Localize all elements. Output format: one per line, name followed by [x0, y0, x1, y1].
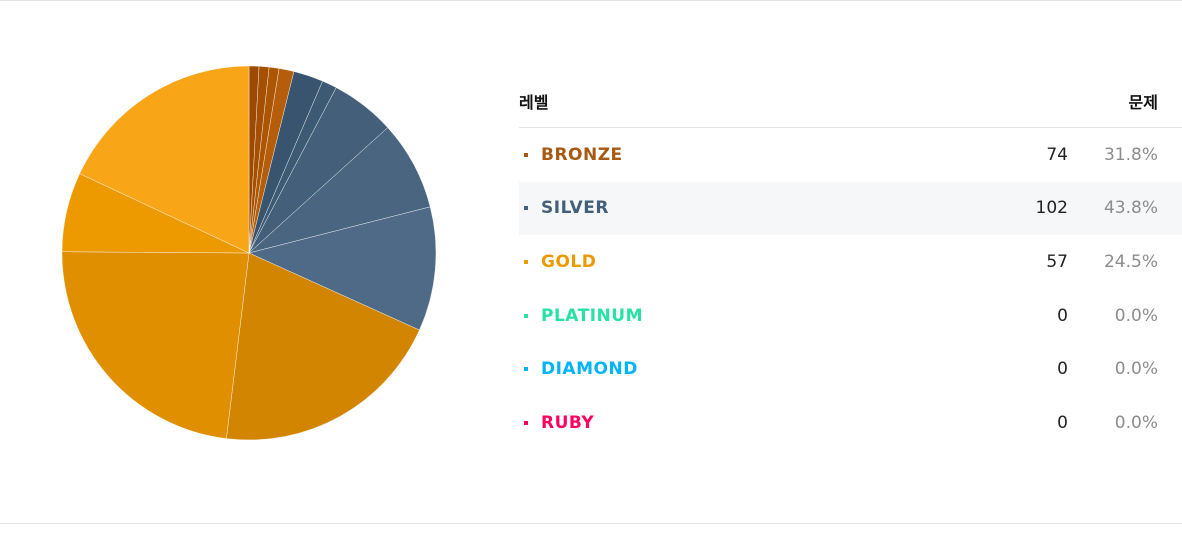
table-row[interactable]: SILVER 102 43.8% — [519, 181, 1182, 236]
table-row[interactable]: PLATINUM 0 0.0% — [519, 289, 1182, 343]
level-percent: 31.8% — [1103, 144, 1158, 165]
table-header: 레벨 문제 — [519, 75, 1182, 128]
level-pie-chart — [60, 64, 438, 442]
level-bullet-icon — [524, 152, 528, 157]
level-percent: 0.0% — [1114, 359, 1158, 380]
level-bullet-icon — [524, 206, 528, 211]
level-count: 102 — [1035, 198, 1068, 219]
level-count: 57 — [1046, 251, 1068, 272]
level-bullet-icon — [524, 259, 528, 264]
level-name[interactable]: SILVER — [541, 198, 609, 218]
table-row[interactable]: DIAMOND 0 0.0% — [519, 342, 1182, 396]
level-count: 0 — [1057, 359, 1068, 380]
level-name[interactable]: RUBY — [541, 413, 594, 433]
table-body: BRONZE 74 31.8% SILVER 102 43.8% GOLD 57 24.5% PL… — [519, 128, 1182, 450]
level-count: 0 — [1057, 305, 1068, 326]
level-name[interactable]: PLATINUM — [541, 306, 643, 326]
level-percent: 0.0% — [1114, 305, 1158, 326]
header-level: 레벨 — [519, 93, 549, 112]
level-name[interactable]: DIAMOND — [541, 359, 638, 379]
level-percent: 43.8% — [1103, 198, 1158, 219]
level-percent: 24.5% — [1103, 251, 1158, 272]
level-bullet-icon — [524, 367, 528, 372]
table-row[interactable]: BRONZE 74 31.8% — [519, 128, 1182, 182]
level-name[interactable]: BRONZE — [541, 145, 623, 165]
table-row[interactable]: RUBY 0 0.0% — [519, 396, 1182, 450]
pie-slice[interactable] — [61, 251, 250, 439]
level-bullet-icon — [524, 313, 528, 318]
bottom-divider — [0, 523, 1182, 524]
header-count: 문제 — [1128, 93, 1158, 112]
level-count: 74 — [1046, 144, 1068, 165]
level-percent: 0.0% — [1114, 412, 1158, 433]
table-row[interactable]: GOLD 57 24.5% — [519, 235, 1182, 289]
level-count: 0 — [1057, 412, 1068, 433]
level-name[interactable]: GOLD — [541, 252, 596, 272]
pie-svg — [61, 65, 437, 441]
level-table: 레벨 문제 BRONZE 74 31.8% SILVER 102 43.8% GOLD 57 2… — [519, 75, 1182, 450]
level-bullet-icon — [524, 420, 528, 425]
top-divider — [0, 0, 1182, 1]
